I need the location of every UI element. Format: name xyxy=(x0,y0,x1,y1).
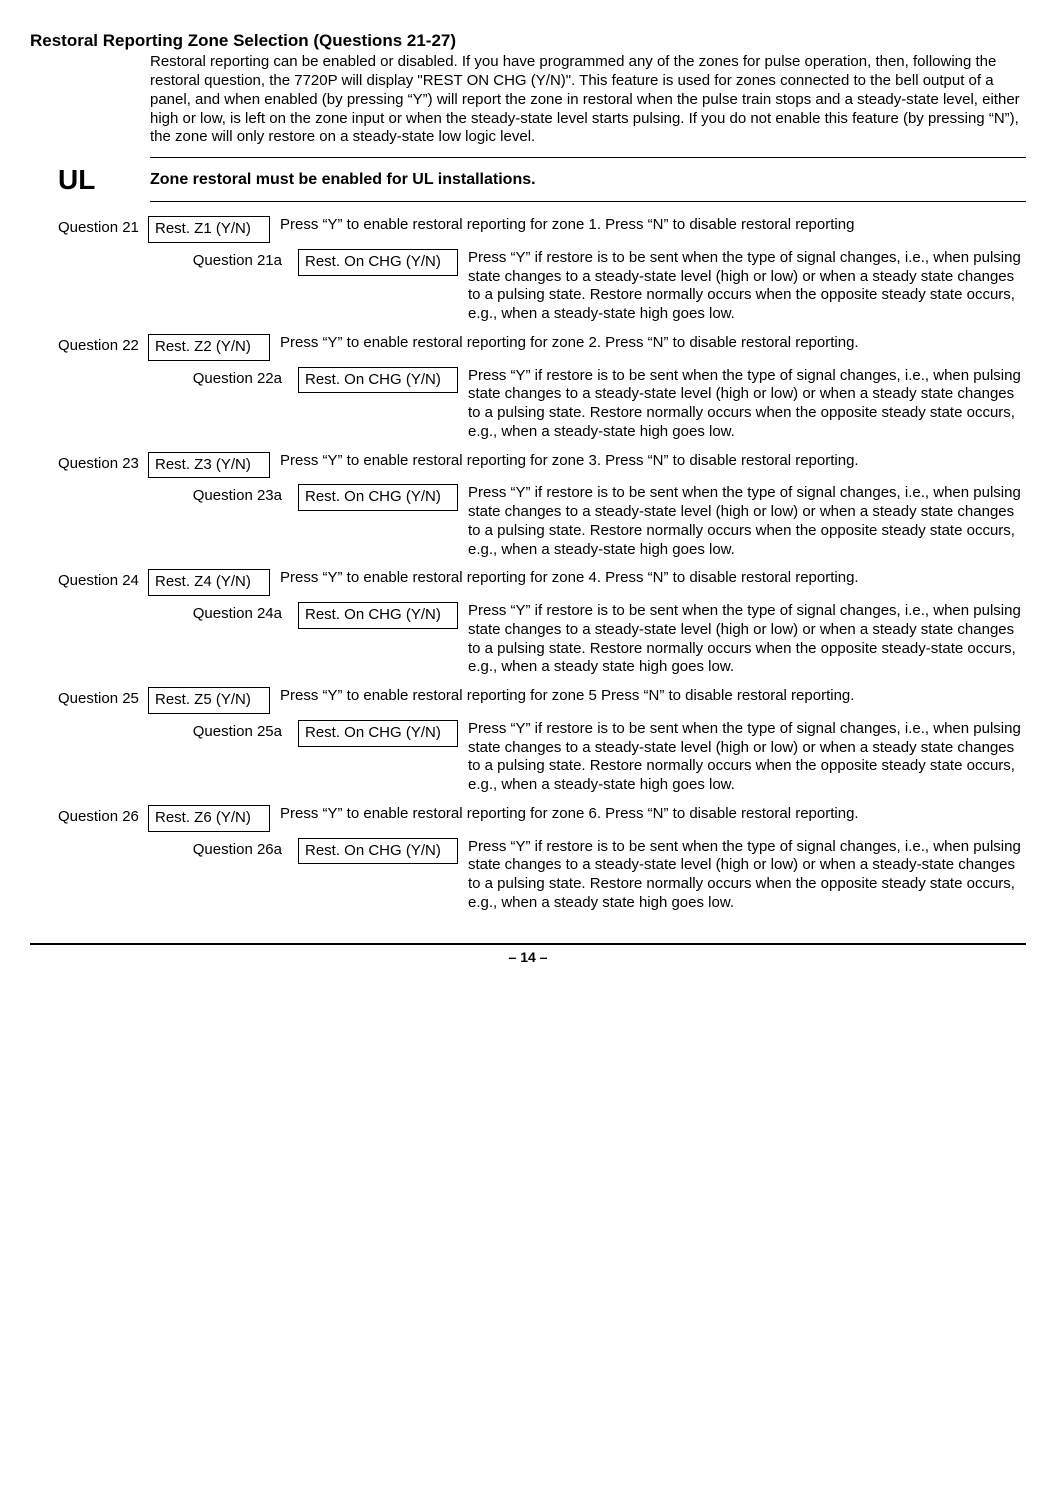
question-box: Rest. Z2 (Y/N) xyxy=(148,334,270,361)
question-description: Press “Y” to enable restoral reporting f… xyxy=(280,569,1026,588)
sub-question-row: Question 21aRest. On CHG (Y/N) Press “Y” … xyxy=(30,249,1026,324)
sub-question-label: Question 22a xyxy=(30,367,298,389)
sub-question-box: Rest. On CHG (Y/N) xyxy=(298,249,458,276)
ul-rule-bottom xyxy=(150,201,1026,202)
question-label: Question 24 xyxy=(30,569,148,591)
question-box: Rest. Z3 (Y/N) xyxy=(148,452,270,479)
sub-question-row: Question 25aRest. On CHG (Y/N) Press “Y” … xyxy=(30,720,1026,795)
question-row: Question 24Rest. Z4 (Y/N) Press “Y” to en… xyxy=(30,569,1026,596)
question-row: Question 21Rest. Z1 (Y/N) Press “Y” to en… xyxy=(30,216,1026,243)
question-row: Question 23Rest. Z3 (Y/N) Press “Y” to en… xyxy=(30,452,1026,479)
sub-question-description: Press “Y” if restore is to be sent when … xyxy=(468,838,1026,913)
sub-question-box: Rest. On CHG (Y/N) xyxy=(298,367,458,394)
sub-question-label: Question 25a xyxy=(30,720,298,742)
section-intro: Restoral reporting can be enabled or dis… xyxy=(150,53,1026,147)
sub-question-row: Question 23aRest. On CHG (Y/N) Press “Y” … xyxy=(30,484,1026,559)
question-box: Rest. Z1 (Y/N) xyxy=(148,216,270,243)
ul-text: Zone restoral must be enabled for UL ins… xyxy=(150,170,536,190)
sub-question-description: Press “Y” if restore is to be sent when … xyxy=(468,249,1026,324)
question-box: Rest. Z6 (Y/N) xyxy=(148,805,270,832)
question-block: Question 22Rest. Z2 (Y/N) Press “Y” to en… xyxy=(30,334,1026,442)
question-block: Question 25Rest. Z5 (Y/N) Press “Y” to en… xyxy=(30,687,1026,795)
sub-question-row: Question 22aRest. On CHG (Y/N) Press “Y” … xyxy=(30,367,1026,442)
question-row: Question 22Rest. Z2 (Y/N) Press “Y” to en… xyxy=(30,334,1026,361)
sub-question-box: Rest. On CHG (Y/N) xyxy=(298,838,458,865)
question-description: Press “Y” to enable restoral reporting f… xyxy=(280,216,1026,235)
section-title: Restoral Reporting Zone Selection (Quest… xyxy=(30,30,1026,51)
sub-question-label: Question 23a xyxy=(30,484,298,506)
question-label: Question 21 xyxy=(30,216,148,238)
sub-question-label: Question 21a xyxy=(30,249,298,271)
footer-rule xyxy=(30,943,1026,945)
question-box: Rest. Z5 (Y/N) xyxy=(148,687,270,714)
sub-question-row: Question 26aRest. On CHG (Y/N) Press “Y” … xyxy=(30,838,1026,913)
ul-label: UL xyxy=(30,162,150,197)
sub-question-row: Question 24aRest. On CHG (Y/N) Press “Y” … xyxy=(30,602,1026,677)
page-number: – 14 – xyxy=(30,949,1026,967)
question-block: Question 24Rest. Z4 (Y/N) Press “Y” to en… xyxy=(30,569,1026,677)
question-description: Press “Y” to enable restoral reporting f… xyxy=(280,334,1026,353)
sub-question-box: Rest. On CHG (Y/N) xyxy=(298,484,458,511)
question-label: Question 25 xyxy=(30,687,148,709)
sub-question-description: Press “Y” if restore is to be sent when … xyxy=(468,602,1026,677)
question-label: Question 22 xyxy=(30,334,148,356)
sub-question-label: Question 26a xyxy=(30,838,298,860)
question-box: Rest. Z4 (Y/N) xyxy=(148,569,270,596)
question-row: Question 26Rest. Z6 (Y/N) Press “Y” to en… xyxy=(30,805,1026,832)
ul-callout: UL Zone restoral must be enabled for UL … xyxy=(30,157,1026,202)
question-description: Press “Y” to enable restoral reporting f… xyxy=(280,687,1026,706)
question-block: Question 26Rest. Z6 (Y/N) Press “Y” to en… xyxy=(30,805,1026,913)
sub-question-description: Press “Y” if restore is to be sent when … xyxy=(468,720,1026,795)
question-label: Question 23 xyxy=(30,452,148,474)
sub-question-box: Rest. On CHG (Y/N) xyxy=(298,720,458,747)
sub-question-description: Press “Y” if restore is to be sent when … xyxy=(468,484,1026,559)
question-row: Question 25Rest. Z5 (Y/N) Press “Y” to en… xyxy=(30,687,1026,714)
question-description: Press “Y” to enable restoral reporting f… xyxy=(280,452,1026,471)
question-block: Question 21Rest. Z1 (Y/N) Press “Y” to en… xyxy=(30,216,1026,324)
sub-question-box: Rest. On CHG (Y/N) xyxy=(298,602,458,629)
ul-rule-top xyxy=(150,157,1026,158)
sub-question-description: Press “Y” if restore is to be sent when … xyxy=(468,367,1026,442)
page-footer: – 14 – xyxy=(30,943,1026,967)
question-description: Press “Y” to enable restoral reporting f… xyxy=(280,805,1026,824)
sub-question-label: Question 24a xyxy=(30,602,298,624)
question-block: Question 23Rest. Z3 (Y/N) Press “Y” to en… xyxy=(30,452,1026,560)
question-label: Question 26 xyxy=(30,805,148,827)
